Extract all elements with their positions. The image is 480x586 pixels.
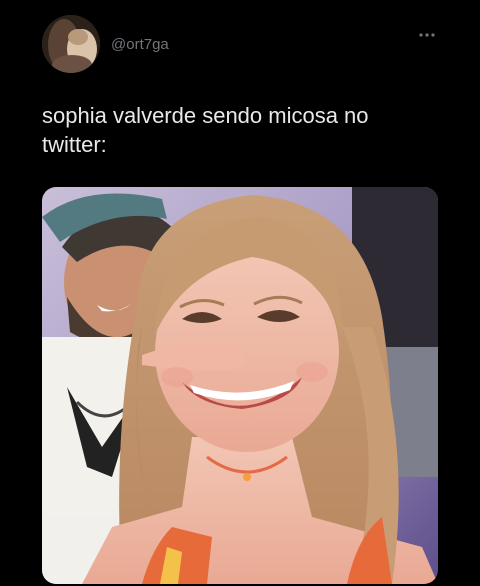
avatar-image-icon <box>42 15 100 73</box>
author-handle[interactable]: @ort7ga <box>111 36 169 53</box>
selfie-photo-icon <box>42 187 438 584</box>
author-avatar[interactable] <box>42 15 100 73</box>
tweet-header: @ort7ga <box>42 14 169 74</box>
tweet-text: sophia valverde sendo micosa no twitter: <box>42 103 369 157</box>
tweet-photo[interactable] <box>42 187 438 584</box>
tweet-card: @ort7ga sophia valverde sendo micosa no … <box>0 0 480 586</box>
more-options-icon[interactable] <box>418 26 436 37</box>
